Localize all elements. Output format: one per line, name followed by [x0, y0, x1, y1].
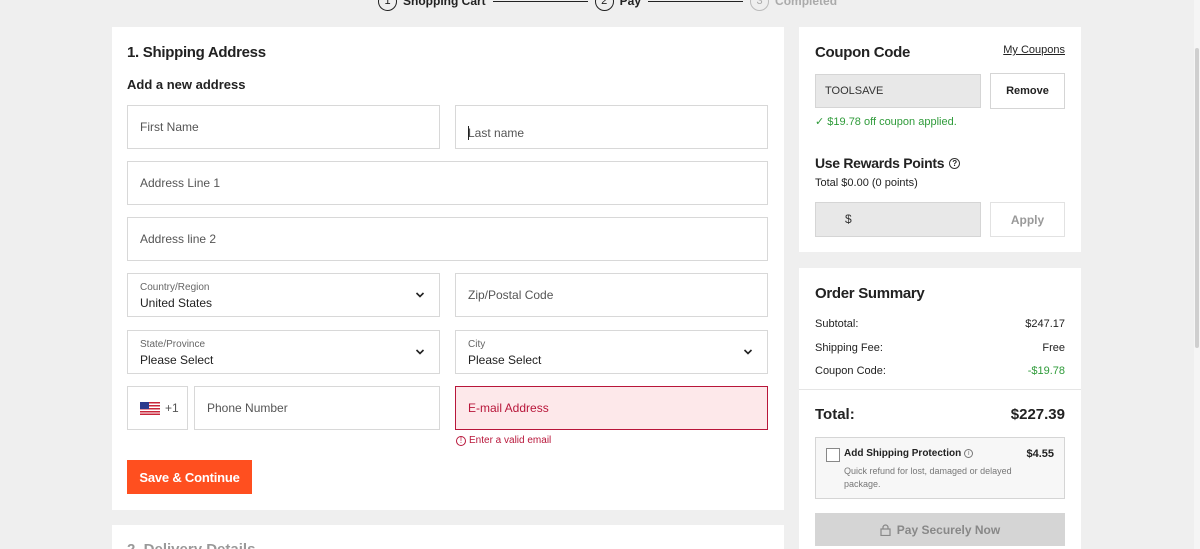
checkout-stepper: 1 Shopping Cart 2 Pay 3 Completed	[378, 0, 837, 11]
delivery-details-card[interactable]: 2. Delivery Details	[112, 525, 784, 549]
shipping-fee-label: Shipping Fee:	[815, 342, 883, 354]
phone-prefix: +1	[140, 401, 179, 415]
protection-title-row: Add Shipping Protection i	[844, 448, 974, 459]
subtotal-row: Subtotal: $247.17	[815, 318, 1065, 330]
step-number: 1	[378, 0, 397, 11]
step-completed: 3 Completed	[750, 0, 837, 11]
email-placeholder: E-mail Address	[468, 401, 549, 415]
order-summary-card: Order Summary Subtotal: $247.17 Shipping…	[799, 268, 1081, 549]
protection-title: Add Shipping Protection	[844, 448, 962, 459]
zip-placeholder: Zip/Postal Code	[468, 288, 554, 302]
step-label: Shopping Cart	[403, 0, 486, 8]
shipping-protection-box: Add Shipping Protection i $4.55 Quick re…	[815, 437, 1065, 499]
info-icon[interactable]: i	[964, 449, 974, 458]
step-shopping-cart[interactable]: 1 Shopping Cart	[378, 0, 486, 11]
apply-points-button[interactable]: Apply	[990, 202, 1065, 237]
shipping-fee-value: Free	[1042, 342, 1065, 354]
pay-label: Pay Securely Now	[896, 522, 1001, 537]
country-label: Country/Region	[140, 282, 210, 293]
chevron-down-icon	[415, 292, 425, 298]
email-error-text: Enter a valid email	[469, 435, 552, 446]
coupon-applied-message: ✓ $19.78 off coupon applied.	[815, 115, 957, 128]
country-value: United States	[140, 296, 213, 310]
coupon-title: Coupon Code	[815, 44, 911, 61]
save-continue-button[interactable]: Save & Continue	[127, 460, 252, 494]
summary-divider	[799, 389, 1081, 390]
shipping-fee-row: Shipping Fee: Free	[815, 342, 1065, 354]
help-icon[interactable]: ?	[949, 157, 961, 169]
phone-placeholder: Phone Number	[207, 401, 288, 415]
total-label: Total:	[815, 406, 855, 423]
city-value: Please Select	[468, 353, 542, 367]
phone-code: +1	[165, 401, 179, 415]
country-select[interactable]: Country/Region United States	[127, 273, 440, 317]
check-icon: ✓	[815, 116, 828, 128]
step-label: Completed	[775, 0, 838, 8]
coupon-rewards-card: Coupon Code My Coupons TOOLSAVE Remove ✓…	[799, 27, 1081, 252]
subtotal-label: Subtotal:	[815, 318, 859, 330]
subtotal-value: $247.17	[1025, 318, 1065, 330]
last-name-placeholder: Last name	[468, 126, 525, 140]
step-connector	[492, 0, 588, 2]
address-line1-placeholder: Address Line 1	[140, 176, 221, 190]
chevron-down-icon	[415, 349, 425, 355]
first-name-field[interactable]: First Name	[127, 105, 440, 149]
page-scrollbar[interactable]	[1194, 0, 1200, 549]
my-coupons-link[interactable]: My Coupons	[1003, 44, 1065, 56]
scrollbar-thumb[interactable]	[1195, 48, 1199, 348]
phone-country-select[interactable]: +1	[127, 386, 188, 430]
address-line1-field[interactable]: Address Line 1	[127, 161, 768, 205]
address-line2-field[interactable]: Address line 2	[127, 217, 768, 261]
shipping-protection-checkbox[interactable]	[826, 448, 840, 462]
state-select[interactable]: State/Province Please Select	[127, 330, 440, 374]
chevron-down-icon	[743, 349, 753, 355]
city-label: City	[468, 339, 486, 350]
last-name-field[interactable]: Last name	[455, 105, 768, 149]
protection-price: $4.55	[1026, 448, 1054, 460]
error-icon: !	[456, 435, 466, 446]
step-connector	[648, 0, 744, 2]
address-line2-placeholder: Address line 2	[140, 232, 217, 246]
pay-securely-button[interactable]: Pay Securely Now	[815, 513, 1065, 546]
city-select[interactable]: City Please Select	[455, 330, 768, 374]
total-value: $227.39	[1010, 406, 1065, 423]
us-flag-icon	[140, 401, 160, 415]
coupon-input[interactable]: TOOLSAVE	[815, 74, 981, 108]
coupon-applied-text: $19.78 off coupon applied.	[827, 116, 957, 128]
step-number: 2	[594, 0, 614, 11]
state-label: State/Province	[140, 339, 206, 350]
delivery-title: 2. Delivery Details	[127, 541, 255, 549]
shipping-title: 1. Shipping Address	[127, 44, 266, 61]
total-row: Total: $227.39	[815, 406, 1065, 423]
coupon-discount-row: Coupon Code: -$19.78	[815, 365, 1065, 377]
phone-number-field[interactable]: Phone Number	[194, 386, 440, 430]
step-pay: 2 Pay	[594, 0, 642, 11]
rewards-points-input[interactable]: $	[815, 202, 981, 237]
rewards-total: Total $0.00 (0 points)	[815, 177, 918, 189]
coupon-discount-label: Coupon Code:	[815, 365, 886, 377]
shipping-address-card: 1. Shipping Address Add a new address Fi…	[112, 27, 784, 510]
rewards-title: Use Rewards Points	[815, 155, 945, 171]
email-field[interactable]: E-mail Address	[455, 386, 768, 430]
order-summary-title: Order Summary	[815, 285, 925, 302]
zip-field[interactable]: Zip/Postal Code	[455, 273, 768, 317]
protection-description: Quick refund for lost, damaged or delaye…	[844, 466, 1012, 489]
remove-coupon-button[interactable]: Remove	[990, 73, 1065, 109]
state-value: Please Select	[140, 353, 214, 367]
lock-icon	[880, 523, 891, 536]
rewards-header: Use Rewards Points ?	[815, 155, 961, 171]
coupon-discount-value: -$19.78	[1027, 365, 1065, 377]
email-error-message: ! Enter a valid email	[456, 435, 551, 446]
step-label: Pay	[619, 0, 642, 8]
add-address-subtitle: Add a new address	[127, 77, 246, 92]
step-number: 3	[750, 0, 770, 11]
first-name-placeholder: First Name	[140, 120, 199, 134]
